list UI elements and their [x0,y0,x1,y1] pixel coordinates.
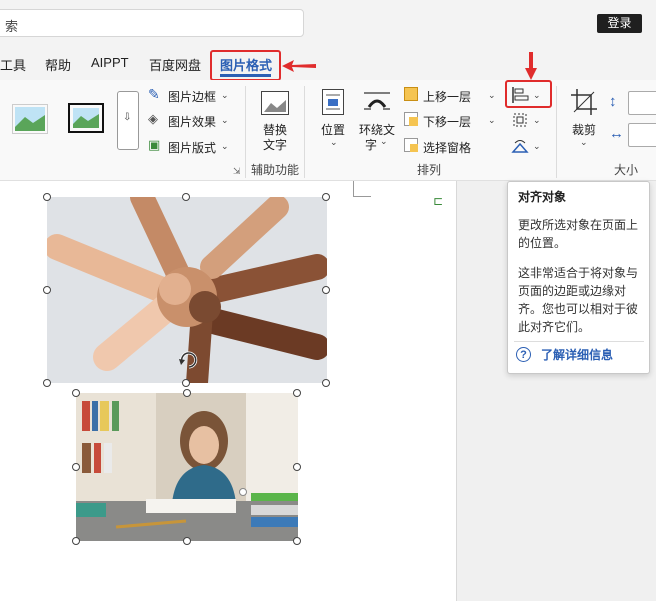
position-button[interactable]: 位置 [321,121,345,138]
resize-handle[interactable] [322,286,330,294]
picture-effects-button[interactable]: 图片效果 [168,113,216,130]
effects-icon: ◈ [148,111,158,126]
resize-handle[interactable] [72,537,80,545]
resize-handle[interactable] [293,389,301,397]
resize-handle[interactable] [293,463,301,471]
layout-icon: ▣ [148,137,161,152]
arrange-group-label: 排列 [417,163,442,177]
margin-mark [353,196,371,197]
chevron-down-icon[interactable]: ⌄ [221,90,229,101]
dialog-launcher-icon[interactable]: ⇲ [233,166,241,177]
tab-tools[interactable]: 工具 [0,55,26,74]
anchor-icon: ⊏ [433,194,444,208]
alt-text-icon [261,91,289,115]
picture-border-button[interactable]: 图片边框 [168,88,216,105]
send-backward-button[interactable]: 下移一层 [423,113,471,130]
alt-text-button-line2[interactable]: 文字 [263,136,287,153]
wrap-text-icon [364,92,390,110]
accessibility-group-label: 辅助功能 [251,163,300,177]
bring-forward-icon [404,87,418,101]
margin-mark [353,181,354,197]
crop-button[interactable]: 裁剪 [572,121,596,138]
chevron-down-icon[interactable]: ⌄ [488,90,496,101]
resize-handle[interactable] [182,193,190,201]
tooltip-text: 此对齐它们。 [518,320,591,334]
learn-more-link[interactable]: 了解详细信息 [541,346,613,365]
tab-baidu-netdisk[interactable]: 百度网盘 [149,55,201,74]
annotation-arrow-left-icon [282,60,316,72]
chevron-down-icon[interactable]: ⌄ [221,115,229,126]
chevron-down-icon[interactable]: ⌄ [221,141,229,152]
rotate-handle-icon[interactable] [176,348,200,372]
tooltip-text: 更改所选对象在页面上 [518,218,639,232]
resize-handle[interactable] [72,463,80,471]
width-icon: ↔ [609,125,624,142]
pen-icon: ✎ [148,86,160,102]
size-group-label: 大小 [614,163,639,177]
width-input[interactable] [628,123,656,147]
selection-pane-button[interactable]: 选择窗格 [423,139,471,156]
send-backward-icon [404,112,418,126]
crop-icon [571,89,597,115]
help-icon: ? [516,347,531,362]
divider [556,86,557,178]
tooltip-text: 的位置。 [518,236,567,250]
tab-aippt[interactable]: AIPPT [91,55,129,70]
resize-handle[interactable] [239,488,247,496]
chevron-down-icon[interactable]: ⌄ [533,115,541,126]
tab-help[interactable]: 帮助 [45,55,71,74]
resize-handle[interactable] [43,379,51,387]
expand-icon: ⇩ [123,112,132,123]
tooltip-text: 这非常适合于将对象与 [518,266,639,280]
chevron-down-icon[interactable]: ⌄ [533,141,541,152]
wrap-text-button-line2[interactable]: 字 [365,136,377,153]
gallery-more-button[interactable]: ⇩ [117,91,139,150]
resize-handle[interactable] [293,537,301,545]
selection-pane-icon [404,138,418,152]
tooltip-divider [514,341,644,342]
girl-studying-picture[interactable] [76,393,298,541]
annotation-box-align [505,80,552,108]
height-icon: ↕ [609,93,617,110]
divider [304,86,305,178]
chevron-down-icon[interactable]: ⌄ [330,137,338,148]
group-icon[interactable] [511,111,529,129]
chevron-down-icon[interactable]: ⌄ [380,136,388,147]
annotation-box-tab [210,50,281,81]
resize-handle[interactable] [322,193,330,201]
login-button[interactable]: 登录 [597,14,642,33]
search-text: 索 [5,19,19,34]
tooltip-text: 齐。您也可以相对于彼 [518,302,639,316]
position-icon [322,89,344,115]
resize-handle[interactable] [183,389,191,397]
resize-handle[interactable] [43,193,51,201]
resize-handle[interactable] [322,379,330,387]
align-tooltip: 对齐对象 更改所选对象在页面上 的位置。 这非常适合于将对象与 页面的边距或边缘… [507,181,650,374]
height-input[interactable] [628,91,656,115]
chevron-down-icon[interactable]: ⌄ [580,137,588,148]
resize-handle[interactable] [182,379,190,387]
divider [245,86,246,178]
chevron-down-icon[interactable]: ⌄ [488,115,496,126]
resize-handle[interactable] [43,286,51,294]
picture-layout-button[interactable]: 图片版式 [168,139,216,156]
tooltip-title: 对齐对象 [518,190,567,204]
bring-forward-button[interactable]: 上移一层 [423,88,471,105]
picture-style-2[interactable] [68,103,104,133]
resize-handle[interactable] [183,537,191,545]
rotate-icon[interactable] [511,138,529,154]
tooltip-text: 页面的边距或边缘对 [518,284,627,298]
annotation-arrow-down-icon [525,52,537,80]
picture-style-1[interactable] [12,104,48,134]
resize-handle[interactable] [72,389,80,397]
search-box[interactable]: 索 [0,9,304,37]
